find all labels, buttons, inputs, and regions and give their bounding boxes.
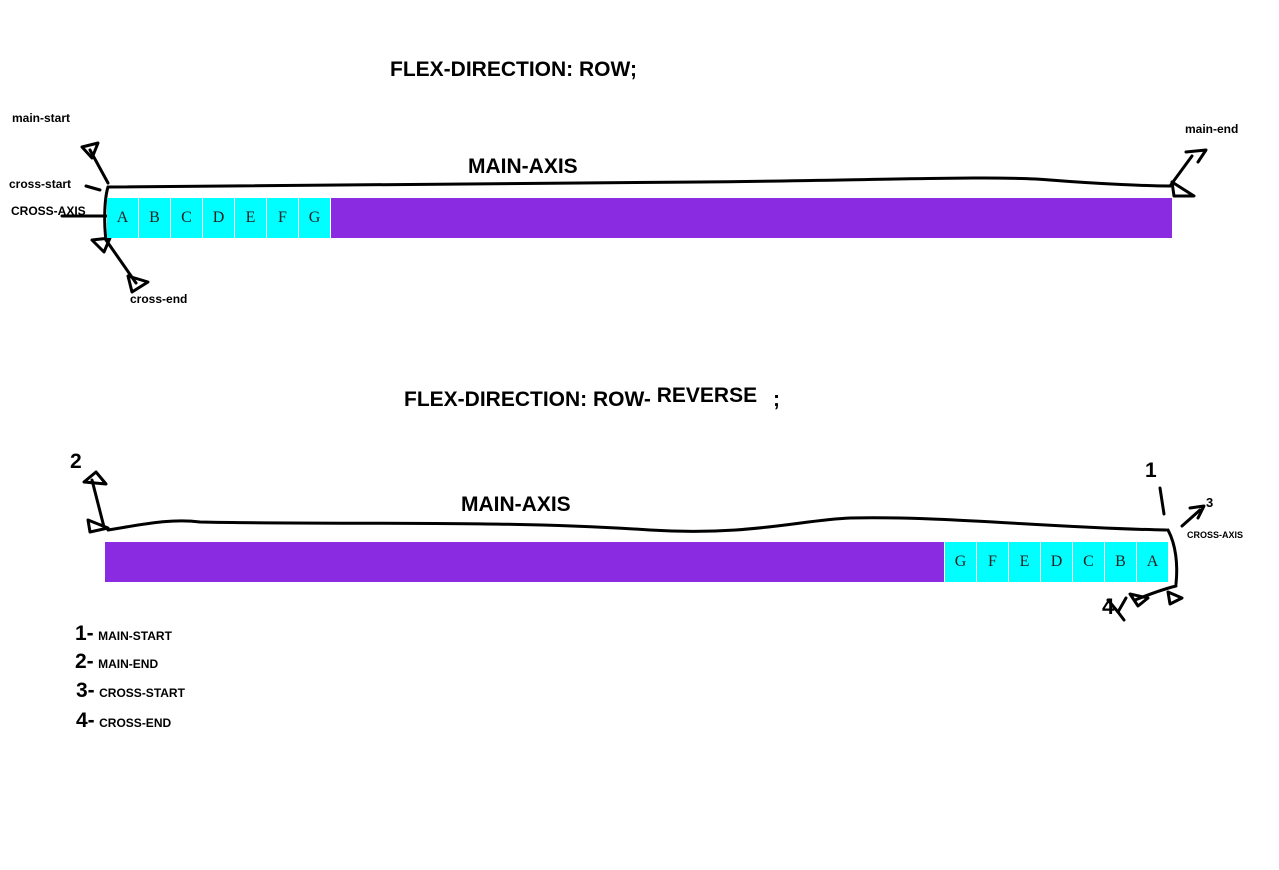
label-cross-start: cross-start: [9, 177, 72, 191]
flex-item: G: [944, 542, 976, 582]
marker-2: 2: [70, 450, 82, 473]
flex-item: F: [267, 198, 299, 238]
marker-3: 3: [1206, 495, 1214, 510]
flex-container-row: A B C D E F G: [107, 198, 1172, 238]
diagram2-title-value: REVERSE: [656, 384, 758, 407]
diagram1-main-axis-title: MAIN-AXIS: [468, 155, 578, 178]
diagram1-title-prefix: FLEX-DIRECTION:: [390, 58, 574, 81]
legend-item: 3- CROSS-START: [76, 679, 185, 703]
legend-label: CROSS-START: [99, 686, 185, 700]
label-main-end: main-end: [1185, 122, 1239, 136]
legend-item: 1- MAIN-START: [75, 622, 172, 646]
flex-item: B: [139, 198, 171, 238]
legend-item: 2- MAIN-END: [75, 650, 158, 674]
flex-item: E: [1008, 542, 1040, 582]
legend-label: MAIN-START: [98, 629, 172, 643]
label-cross-end: cross-end: [130, 292, 188, 306]
legend-label: MAIN-END: [98, 657, 159, 671]
ink-annotations: [60, 141, 1208, 622]
legend-number: 4-: [76, 709, 95, 732]
flex-item: G: [299, 198, 331, 238]
legend-number: 1-: [75, 622, 94, 645]
flex-item: B: [1104, 542, 1136, 582]
flex-item: C: [171, 198, 203, 238]
diagram1-title: FLEX-DIRECTION: ROW;: [390, 58, 637, 82]
flex-item: F: [976, 542, 1008, 582]
flex-item: D: [203, 198, 235, 238]
label-main-start: main-start: [12, 111, 71, 125]
marker-1: 1: [1145, 459, 1157, 482]
flex-container-row-reverse: A B C D E F G: [105, 542, 1168, 582]
flex-item: C: [1072, 542, 1104, 582]
diagram2-title: FLEX-DIRECTION: ROW- REVERSE ;: [404, 384, 780, 412]
label-cross-axis: CROSS-AXIS: [11, 204, 86, 218]
diagram1-title-value: ROW;: [579, 58, 637, 81]
legend-number: 3-: [76, 679, 95, 702]
legend-number: 2-: [75, 650, 94, 673]
legend-label: CROSS-END: [99, 716, 172, 730]
label-cross-axis-2: CROSS-AXIS: [1187, 530, 1244, 540]
diagram2-title-suffix: ;: [772, 388, 780, 411]
flex-item: E: [235, 198, 267, 238]
diagram2-main-axis-title: MAIN-AXIS: [461, 493, 571, 516]
flex-item: D: [1040, 542, 1072, 582]
marker-4: 4: [1102, 594, 1115, 619]
flex-item: A: [107, 198, 139, 238]
legend-item: 4- CROSS-END: [76, 709, 171, 733]
flex-item: A: [1136, 542, 1168, 582]
diagram2-title-prefix: FLEX-DIRECTION: ROW-: [404, 388, 651, 411]
